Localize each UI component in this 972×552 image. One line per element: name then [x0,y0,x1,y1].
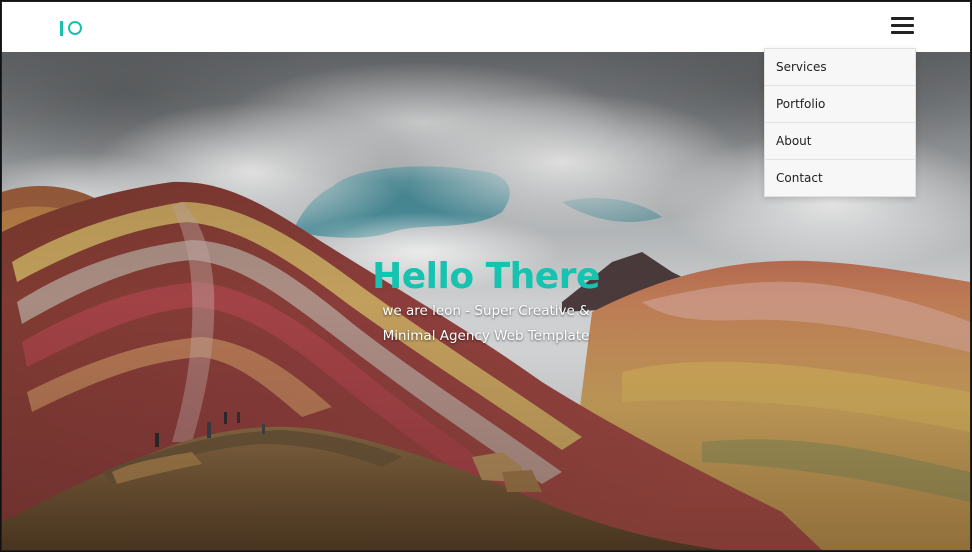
menu-item-portfolio[interactable]: Portfolio [765,86,915,123]
navbar [2,2,970,52]
menu-item-contact[interactable]: Contact [765,160,915,196]
logo-bar [60,20,63,36]
hero-subtitle: we are leon - Super Creative & Minimal A… [382,303,590,344]
hero-text: Hello There we are leon - Super Creative… [2,255,970,349]
menu-item-services[interactable]: Services [765,49,915,86]
menu-item-about[interactable]: About [765,123,915,160]
hero-title: Hello There [372,256,600,297]
hamburger-line [891,24,914,27]
hamburger-menu-icon[interactable] [891,16,914,36]
nav-dropdown-menu: Services Portfolio About Contact [764,48,916,197]
hamburger-line [891,31,914,34]
logo-ring [68,21,82,35]
hamburger-line [891,17,914,20]
page: Services Portfolio About Contact Hello T… [1,1,971,551]
io-logo-icon[interactable] [60,18,82,38]
